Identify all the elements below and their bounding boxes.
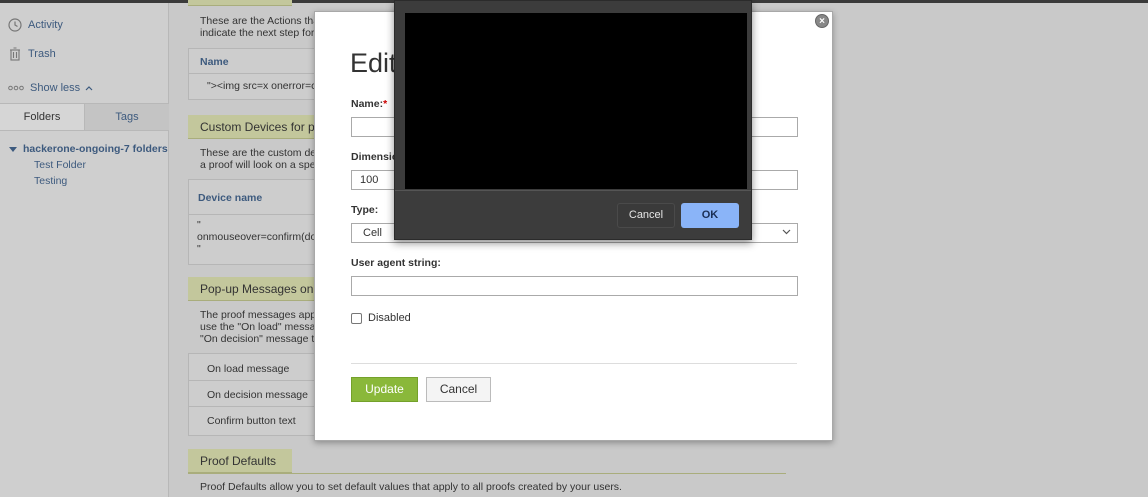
- chevron-up-icon: [85, 82, 93, 94]
- sidebar-item-label: Trash: [28, 48, 56, 60]
- update-button[interactable]: Update: [351, 377, 418, 402]
- proof-defaults-section-header: Proof Defaults: [188, 449, 292, 473]
- show-less-toggle[interactable]: Show less: [8, 81, 93, 95]
- type-select-value: Cell: [363, 227, 382, 239]
- close-icon[interactable]: ×: [815, 14, 829, 28]
- trash-icon: [8, 47, 22, 61]
- popup-description: The proof messages app use the "On load"…: [200, 309, 322, 345]
- disabled-row: Disabled: [351, 312, 411, 324]
- form-divider: [351, 363, 797, 364]
- folder-root-label: hackerone-ongoing-7 folders: [23, 143, 168, 155]
- sidebar: Activity Trash Show less Folders Tags ha…: [0, 3, 169, 497]
- table-row: " onmouseover=confirm(do ": [197, 219, 317, 255]
- disabled-checkbox[interactable]: [351, 312, 362, 324]
- dialog-content-area: [405, 13, 747, 189]
- more-dots-icon: [8, 81, 24, 95]
- folder-root[interactable]: hackerone-ongoing-7 folders: [9, 143, 168, 155]
- table-row: Confirm button text: [207, 415, 296, 427]
- caret-down-icon: [9, 146, 17, 152]
- disabled-label: Disabled: [368, 312, 411, 324]
- user-agent-label: User agent string:: [351, 257, 441, 269]
- actions-description: These are the Actions tha indicate the n…: [200, 15, 320, 39]
- user-agent-input[interactable]: [351, 276, 798, 296]
- dialog-ok-button[interactable]: OK: [681, 203, 739, 228]
- custom-devices-description: These are the custom de a proof will loo…: [200, 147, 317, 171]
- table-row: "><img src=x onerror=co: [207, 80, 323, 92]
- name-label: Name:*: [351, 98, 388, 110]
- cancel-button[interactable]: Cancel: [426, 377, 491, 402]
- table-row: On decision message: [207, 389, 308, 401]
- column-header-name: Name: [200, 56, 229, 68]
- modal-title: Edit: [350, 48, 397, 78]
- tab-tags[interactable]: Tags: [85, 104, 169, 130]
- proof-defaults-description: Proof Defaults allow you to set default …: [200, 481, 622, 493]
- dialog-divider: [395, 190, 751, 191]
- clock-icon: [8, 18, 22, 32]
- confirm-dialog: Cancel OK: [394, 0, 752, 240]
- sidebar-item-activity[interactable]: Activity: [8, 18, 63, 32]
- dimension-label: Dimensio: [351, 151, 399, 163]
- folder-item[interactable]: Test Folder: [34, 159, 86, 171]
- sidebar-item-label: Activity: [28, 19, 63, 31]
- required-mark: *: [383, 98, 388, 110]
- type-label: Type:: [351, 204, 379, 216]
- tab-folders[interactable]: Folders: [0, 104, 85, 130]
- column-header-device-name: Device name: [198, 192, 263, 204]
- chevron-down-icon: [782, 227, 791, 237]
- actions-section-header: [188, 0, 292, 6]
- sidebar-item-trash[interactable]: Trash: [8, 47, 56, 61]
- section-underline: [188, 473, 786, 474]
- folder-item[interactable]: Testing: [34, 175, 67, 187]
- show-less-label: Show less: [30, 82, 81, 94]
- sidebar-tabs: Folders Tags: [0, 103, 169, 131]
- dialog-cancel-button[interactable]: Cancel: [617, 203, 675, 228]
- table-row: On load message: [207, 363, 290, 375]
